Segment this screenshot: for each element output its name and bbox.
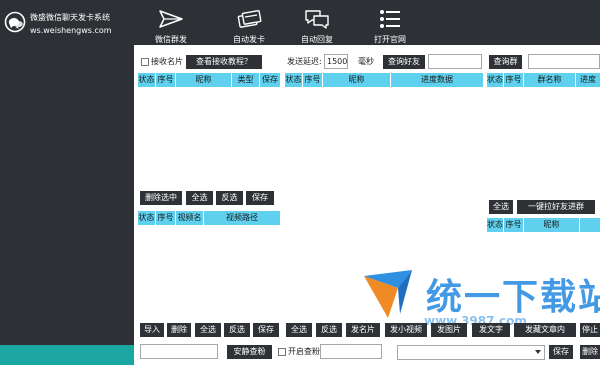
col-video-path: 视频路径 bbox=[226, 213, 258, 222]
send-text-button[interactable]: 发文字 bbox=[472, 323, 510, 337]
sidebar-footer-bar bbox=[0, 345, 134, 365]
select-all-button[interactable]: 全选 bbox=[286, 323, 312, 337]
send-card-button[interactable]: 发名片 bbox=[346, 323, 380, 337]
invert-selection-button[interactable]: 反选 bbox=[316, 323, 342, 337]
milliseconds-label: 毫秒 bbox=[358, 57, 374, 66]
col-index: 序号 bbox=[504, 73, 524, 87]
send-video-button[interactable]: 发小视频 bbox=[385, 323, 427, 337]
query-friends-button[interactable]: 查询好友 bbox=[383, 55, 425, 69]
nav-auto-reply[interactable]: 自动回复 bbox=[284, 0, 350, 45]
col-status: 状态 bbox=[285, 73, 303, 87]
content-dropdown[interactable] bbox=[397, 345, 545, 360]
col-status: 状态 bbox=[487, 73, 504, 87]
delete-button[interactable]: 删除 bbox=[580, 345, 600, 359]
col-group-name: 群名称 bbox=[524, 73, 576, 87]
member-table-header: 状态 序号 昵称 bbox=[487, 218, 600, 232]
col-nickname: 昵称 bbox=[176, 73, 232, 87]
top-toolbar: 微盛微信聊天发卡系统 ws.weishengws.com 微信群发 自动发卡 自… bbox=[0, 0, 600, 45]
check-fans-input[interactable] bbox=[320, 344, 382, 359]
select-all-button[interactable]: 全选 bbox=[195, 323, 221, 337]
nav-auto-card[interactable]: 自动发卡 bbox=[216, 0, 282, 45]
col-extra bbox=[580, 218, 600, 232]
list-icon bbox=[380, 10, 400, 28]
col-index: 序号 bbox=[156, 73, 176, 87]
col-index: 序号 bbox=[156, 211, 176, 225]
col-index: 序号 bbox=[303, 73, 323, 87]
delete-button[interactable]: 删除 bbox=[167, 323, 191, 337]
group-search-input[interactable] bbox=[528, 54, 600, 69]
send-image-button[interactable]: 发图片 bbox=[431, 323, 467, 337]
watermark-logo-icon bbox=[364, 270, 412, 318]
receive-card-label: 接收名片 bbox=[151, 57, 183, 66]
chevron-down-icon bbox=[535, 350, 541, 354]
friend-search-input[interactable] bbox=[428, 54, 482, 69]
chat-logo-icon bbox=[4, 11, 26, 33]
group-table-header: 状态 序号 群名称 进度 bbox=[487, 73, 600, 87]
select-all-button[interactable]: 全选 bbox=[489, 200, 513, 214]
nav-open-website[interactable]: 打开官网 bbox=[357, 0, 423, 45]
pull-friends-into-group-button[interactable]: 一键拉好友进群 bbox=[517, 200, 595, 214]
nav-label: 自动回复 bbox=[301, 35, 333, 44]
paper-plane-icon bbox=[159, 10, 183, 28]
invert-selection-button[interactable]: 反选 bbox=[224, 323, 250, 337]
col-nickname: 昵称 bbox=[524, 218, 580, 232]
col-type: 类型 bbox=[232, 73, 260, 87]
select-all-button[interactable]: 全选 bbox=[186, 191, 213, 205]
import-button[interactable]: 导入 bbox=[140, 323, 164, 337]
video-path-input[interactable] bbox=[140, 344, 218, 359]
video-table-header: 状态 序号 视频名 视频路径 bbox=[138, 211, 280, 225]
view-tutorial-button[interactable]: 查看接收教程？ bbox=[186, 55, 262, 69]
col-progress: 进度 bbox=[580, 75, 596, 84]
save-button[interactable]: 保存 bbox=[549, 345, 573, 359]
save-button[interactable]: 保存 bbox=[246, 191, 274, 205]
col-index: 序号 bbox=[504, 218, 524, 232]
query-group-button[interactable]: 查询群 bbox=[489, 55, 522, 69]
col-status: 状态 bbox=[138, 73, 156, 87]
friends-table-header: 状态 序号 昵称 类型 保存 bbox=[138, 73, 280, 87]
send-delay-label: 发送延迟: bbox=[287, 57, 322, 66]
col-progress-data: 进度数据 bbox=[421, 75, 453, 84]
cards-icon bbox=[237, 9, 262, 28]
receive-card-checkbox[interactable] bbox=[141, 58, 149, 66]
col-status: 状态 bbox=[138, 211, 156, 225]
progress-table-header: 状态 序号 昵称 进度数据 bbox=[285, 73, 483, 87]
col-status: 状态 bbox=[487, 218, 504, 232]
app-title: 微盛微信聊天发卡系统 bbox=[30, 13, 110, 22]
watermark-text: 统一下载站 bbox=[426, 277, 600, 318]
nav-mass-send[interactable]: 微信群发 bbox=[138, 0, 204, 45]
col-video-name: 视频名 bbox=[176, 211, 204, 225]
quiet-check-fans-button[interactable]: 安静查粉 bbox=[227, 345, 272, 359]
delete-selected-button[interactable]: 删除选中 bbox=[140, 191, 182, 205]
chat-bubbles-icon bbox=[305, 10, 329, 29]
enable-check-fans-checkbox[interactable] bbox=[278, 348, 286, 356]
nav-label: 微信群发 bbox=[155, 35, 187, 44]
nav-label: 打开官网 bbox=[374, 35, 406, 44]
col-save: 保存 bbox=[262, 75, 278, 84]
invert-selection-button[interactable]: 反选 bbox=[216, 191, 243, 205]
save-button[interactable]: 保存 bbox=[253, 323, 279, 337]
col-nickname: 昵称 bbox=[323, 73, 391, 87]
sidebar bbox=[0, 45, 134, 365]
stop-button[interactable]: 停止 bbox=[580, 323, 600, 337]
send-delay-input[interactable]: 1500 bbox=[324, 54, 348, 69]
nav-label: 自动发卡 bbox=[233, 35, 265, 44]
enable-check-fans-label: 开启查粉 bbox=[288, 347, 320, 356]
app-website: ws.weishengws.com bbox=[30, 26, 112, 35]
send-favorite-button[interactable]: 发藏文章内 bbox=[514, 323, 576, 337]
